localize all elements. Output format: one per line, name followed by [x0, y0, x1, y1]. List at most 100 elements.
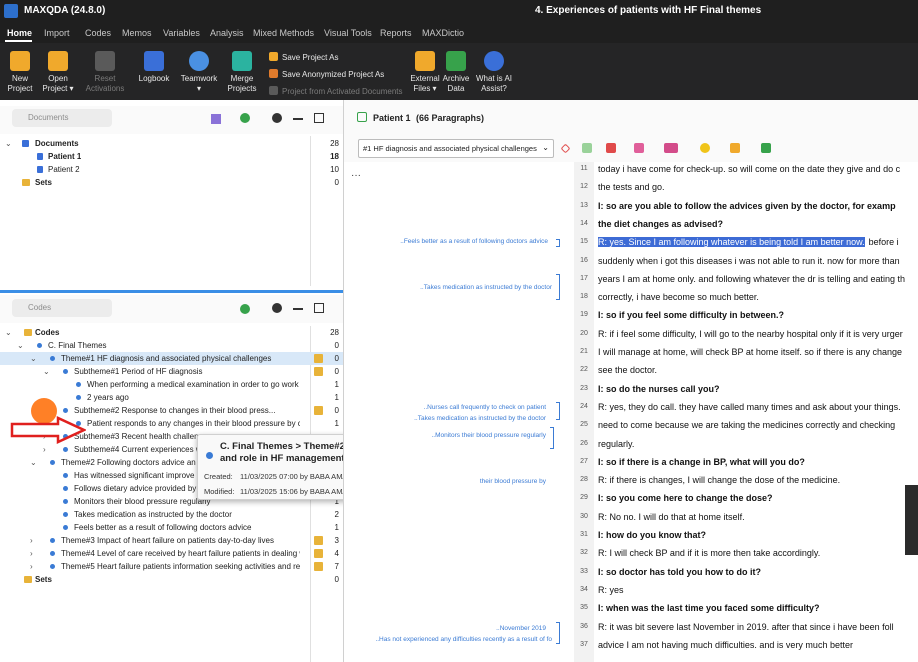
- tab-mixed-methods[interactable]: Mixed Methods: [253, 28, 314, 38]
- document-line[interactable]: I: so you come here to change the dose?: [598, 493, 773, 503]
- code-tree-row[interactable]: Sets 0: [0, 573, 343, 586]
- document-line[interactable]: today i have come for check-up. so will …: [598, 164, 900, 174]
- margin-code-label[interactable]: ..Has not experienced any difficulties r…: [375, 636, 552, 643]
- tree-row-patient-2[interactable]: Patient 2 10: [0, 163, 343, 176]
- logbook-button[interactable]: Logbook: [136, 51, 172, 84]
- gear-icon[interactable]: [272, 303, 282, 313]
- chevron-down-icon[interactable]: ⌄: [17, 339, 24, 352]
- chevron-down-icon[interactable]: ⌄: [30, 352, 37, 365]
- margin-code-label[interactable]: their blood pressure by: [480, 478, 546, 485]
- code-tree-row[interactable]: When performing a medical examination in…: [0, 378, 343, 391]
- memo-icon[interactable]: [314, 536, 323, 545]
- selected-text[interactable]: R: yes. Since I am following whatever is…: [598, 237, 865, 248]
- margin-code-label[interactable]: ..November 2019: [496, 625, 546, 632]
- quick-code-select[interactable]: #1 HF diagnosis and associated physical …: [358, 139, 554, 158]
- document-line[interactable]: R: it was bit severe last November in 20…: [598, 622, 894, 632]
- document-line[interactable]: I: so are you able to follow the advices…: [598, 201, 896, 211]
- color-pen-icon[interactable]: [664, 143, 678, 153]
- code-with-new-icon[interactable]: [582, 143, 592, 153]
- undock-icon[interactable]: [314, 113, 324, 123]
- code-tree-row[interactable]: › Theme#5 Heart failure patients informat…: [0, 560, 343, 573]
- document-line[interactable]: the diet changes as advised?: [598, 219, 723, 229]
- chevron-right-icon[interactable]: ›: [30, 547, 33, 560]
- tab-reports[interactable]: Reports: [380, 28, 412, 38]
- tab-analysis[interactable]: Analysis: [210, 28, 244, 38]
- code-tree-row[interactable]: ⌄ Subtheme#1 Period of HF diagnosis 0: [0, 365, 343, 378]
- document-line[interactable]: regularly.: [598, 439, 634, 449]
- gear-icon[interactable]: [272, 113, 282, 123]
- document-line[interactable]: I: so do the nurses call you?: [598, 384, 720, 394]
- tab-maxdictio[interactable]: MAXDictio: [422, 28, 464, 38]
- code-tree-row[interactable]: › Theme#4 Level of care received by heart…: [0, 547, 343, 560]
- document-line[interactable]: I: so doctor has told you how to do it?: [598, 567, 761, 577]
- document-line[interactable]: I will manage at home, will check BP at …: [598, 347, 902, 357]
- pane-splitter[interactable]: [0, 290, 343, 293]
- add-code-icon[interactable]: [240, 304, 250, 314]
- document-line[interactable]: R: if i feel some difficulty, I will go …: [598, 329, 903, 339]
- tree-row-patient-1[interactable]: Patient 1 18: [0, 150, 343, 163]
- chevron-down-icon[interactable]: ⌄: [5, 326, 12, 339]
- document-line[interactable]: the tests and go.: [598, 182, 665, 192]
- code-tree-row[interactable]: Feels better as a result of following do…: [0, 521, 343, 534]
- project-from-activated-button[interactable]: Project from Activated Documents: [269, 86, 403, 96]
- highlight-codes-icon[interactable]: [634, 143, 644, 153]
- reset-activations-button[interactable]: Reset Activations: [84, 51, 126, 94]
- document-line[interactable]: I: when was the last time you faced some…: [598, 603, 820, 613]
- margin-code-label[interactable]: ..Feels better as a result of following …: [400, 238, 548, 245]
- document-line[interactable]: I: so if you feel some difficulty in bet…: [598, 310, 784, 320]
- memo-icon[interactable]: [730, 143, 740, 153]
- emoticode-icon[interactable]: [700, 143, 710, 153]
- ai-assist-button[interactable]: What is AI Assist?: [474, 51, 514, 94]
- external-files-button[interactable]: External Files ▾: [409, 51, 441, 94]
- memo-icon[interactable]: [314, 354, 323, 363]
- margin-code-label[interactable]: ..Monitors their blood pressure regularl…: [431, 432, 546, 439]
- tab-import[interactable]: Import: [44, 28, 70, 38]
- document-line[interactable]: R: No no. I will do that at home itself.: [598, 512, 745, 522]
- document-line[interactable]: R: yes: [598, 585, 624, 595]
- documents-search-input[interactable]: Documents: [12, 109, 112, 127]
- chevron-down-icon[interactable]: ⌄: [43, 365, 50, 378]
- tab-variables[interactable]: Variables: [163, 28, 200, 38]
- document-line[interactable]: see the doctor.: [598, 365, 657, 375]
- document-line[interactable]: suddenly when i got this diseases i was …: [598, 256, 900, 266]
- tab-visual-tools[interactable]: Visual Tools: [324, 28, 372, 38]
- chevron-right-icon[interactable]: ›: [30, 560, 33, 573]
- document-line[interactable]: advice I am not having much difficulties…: [598, 640, 853, 650]
- edit-mode-icon[interactable]: [761, 143, 771, 153]
- code-tree-row[interactable]: ⌄ Codes 28: [0, 326, 343, 339]
- memo-icon[interactable]: [314, 549, 323, 558]
- tab-codes[interactable]: Codes: [85, 28, 111, 38]
- code-icon[interactable]: [560, 143, 571, 154]
- document-line[interactable]: need to come because we are taking the m…: [598, 420, 895, 430]
- minimize-icon[interactable]: [293, 308, 303, 310]
- margin-code-label[interactable]: ..Nurses call frequently to check on pat…: [424, 404, 546, 411]
- teamwork-button[interactable]: Teamwork ▾: [180, 51, 218, 94]
- document-line[interactable]: I: how do you know that?: [598, 530, 706, 540]
- tab-memos[interactable]: Memos: [122, 28, 152, 38]
- tab-home[interactable]: Home: [7, 28, 32, 38]
- document-line[interactable]: R: if there is changes, I will change th…: [598, 475, 840, 485]
- tree-row-documents[interactable]: ⌄ Documents 28: [0, 137, 343, 150]
- document-line[interactable]: R: yes, they do call. they have called m…: [598, 402, 901, 412]
- save-anonymized-button[interactable]: Save Anonymized Project As: [269, 69, 384, 79]
- document-line[interactable]: R: I will check BP and if it is more the…: [598, 548, 820, 558]
- document-line[interactable]: years I am at home only. and following w…: [598, 274, 905, 284]
- margin-code-label[interactable]: ..Takes medication as instructed by the …: [414, 415, 546, 422]
- code-in-vivo-icon[interactable]: [606, 143, 616, 153]
- codes-search-input[interactable]: Codes: [12, 299, 112, 317]
- tree-row-document-sets[interactable]: Sets 0: [0, 176, 343, 189]
- chevron-right-icon[interactable]: ›: [30, 534, 33, 547]
- chevron-down-icon[interactable]: ⌄: [30, 456, 37, 469]
- document-line[interactable]: I: so if there is a change in BP, what w…: [598, 457, 805, 467]
- open-project-button[interactable]: Open Project ▾: [41, 51, 75, 94]
- minimize-icon[interactable]: [293, 118, 303, 120]
- code-tree-row[interactable]: › Theme#3 Impact of heart failure on pati…: [0, 534, 343, 547]
- memo-icon[interactable]: [314, 406, 323, 415]
- memo-icon[interactable]: [314, 562, 323, 571]
- code-tree-row[interactable]: ⌄ C. Final Themes 0: [0, 339, 343, 352]
- add-icon[interactable]: [240, 113, 250, 123]
- archive-data-button[interactable]: Archive Data: [441, 51, 471, 94]
- document-line[interactable]: R: yes. Since I am following whatever is…: [598, 237, 899, 248]
- memo-icon[interactable]: [314, 367, 323, 376]
- save-project-as-button[interactable]: Save Project As: [269, 52, 338, 62]
